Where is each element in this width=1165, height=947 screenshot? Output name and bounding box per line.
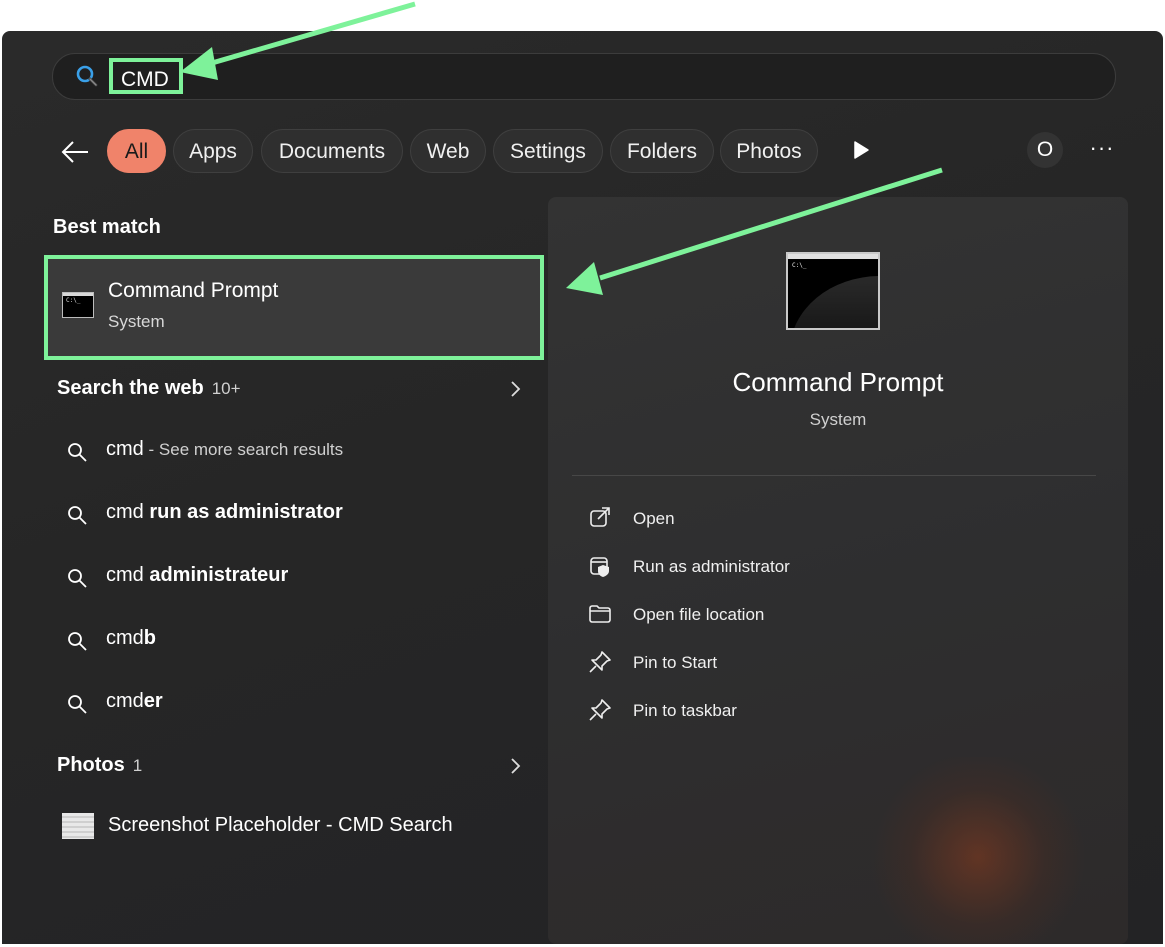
search-bar[interactable]: CMD bbox=[52, 53, 1116, 100]
web-result-2[interactable]: cmd run as administrator bbox=[66, 499, 526, 529]
web-result-1[interactable]: cmd - See more search results bbox=[66, 436, 526, 466]
photo-result-name: Screenshot Placeholder - CMD Search bbox=[108, 814, 453, 836]
action-label: Open file location bbox=[633, 605, 765, 624]
search-icon bbox=[68, 632, 87, 651]
chip-photos[interactable]: Photos bbox=[720, 129, 818, 173]
web-result-5[interactable]: cmder bbox=[66, 688, 526, 718]
action-label: Open bbox=[633, 509, 675, 528]
chip-folders[interactable]: Folders bbox=[610, 129, 714, 173]
web-result-suggestion: b bbox=[143, 627, 157, 649]
best-match-item[interactable]: Command Prompt System bbox=[44, 255, 544, 360]
more-filters-play-icon[interactable] bbox=[850, 139, 872, 161]
search-web-title: Search the web bbox=[57, 377, 204, 399]
web-result-query: cmd bbox=[106, 690, 144, 712]
web-result-suggestion: administrateur bbox=[149, 564, 289, 586]
best-match-category: System bbox=[108, 312, 165, 331]
action-run-as-admin[interactable]: Run as administrator bbox=[588, 552, 888, 582]
web-result-hint: - See more search results bbox=[143, 440, 344, 459]
pin-icon bbox=[589, 699, 611, 721]
filter-bar: All Apps Documents Web Settings Folders … bbox=[2, 129, 1163, 174]
chip-documents[interactable]: Documents bbox=[261, 129, 403, 173]
action-label: Pin to taskbar bbox=[633, 701, 737, 720]
action-label: Pin to Start bbox=[633, 653, 718, 672]
web-result-3[interactable]: cmd administrateur bbox=[66, 562, 526, 592]
shield-admin-icon bbox=[590, 557, 609, 577]
search-icon bbox=[68, 506, 87, 525]
chevron-right-icon[interactable] bbox=[508, 756, 524, 776]
command-prompt-icon bbox=[62, 292, 94, 318]
photos-title: Photos bbox=[57, 754, 125, 776]
web-result-suggestion: er bbox=[143, 690, 163, 712]
chevron-right-icon[interactable] bbox=[508, 379, 524, 399]
back-arrow-icon[interactable] bbox=[58, 135, 92, 169]
web-result-suggestion: run as administrator bbox=[149, 501, 343, 523]
best-match-heading: Best match bbox=[53, 216, 161, 238]
search-icon bbox=[76, 65, 98, 87]
search-web-count: 10+ bbox=[211, 379, 241, 398]
search-web-heading[interactable]: Search the web 10+ bbox=[57, 377, 241, 400]
folder-icon bbox=[589, 605, 611, 623]
more-options-icon[interactable]: ··· bbox=[1087, 135, 1117, 165]
action-label: Run as administrator bbox=[633, 557, 790, 576]
action-open-file-location[interactable]: Open file location bbox=[588, 600, 888, 630]
web-result-query: cmd bbox=[106, 627, 144, 649]
detail-app-name: Command Prompt bbox=[732, 367, 944, 397]
open-external-icon bbox=[590, 507, 610, 527]
chip-apps[interactable]: Apps bbox=[173, 129, 253, 173]
web-result-query: cmd bbox=[106, 564, 150, 586]
photos-heading[interactable]: Photos 1 bbox=[57, 754, 142, 777]
photo-result[interactable]: Screenshot Placeholder - CMD Search bbox=[62, 811, 532, 845]
web-result-query: cmd bbox=[106, 438, 144, 460]
chip-web[interactable]: Web bbox=[410, 129, 486, 173]
divider bbox=[572, 475, 1096, 476]
photo-thumbnail bbox=[62, 813, 94, 839]
chip-settings[interactable]: Settings bbox=[493, 129, 603, 173]
profile-button[interactable]: O bbox=[1027, 132, 1063, 168]
search-icon bbox=[68, 569, 87, 588]
action-pin-to-start[interactable]: Pin to Start bbox=[588, 648, 888, 678]
icon-prompt-text: C:\_ bbox=[792, 262, 807, 269]
search-icon bbox=[68, 695, 87, 714]
action-open[interactable]: Open bbox=[588, 504, 888, 534]
detail-panel: C:\_ Command Prompt System Open Run as a… bbox=[548, 197, 1128, 944]
best-match-name: Command Prompt bbox=[108, 279, 279, 302]
web-result-4[interactable]: cmdb bbox=[66, 625, 526, 655]
start-search-panel: CMD All Apps Documents Web Settings Fold… bbox=[2, 31, 1163, 944]
search-input[interactable]: CMD bbox=[109, 58, 183, 94]
background-glow bbox=[868, 757, 1088, 944]
photos-count: 1 bbox=[132, 756, 143, 775]
command-prompt-large-icon: C:\_ bbox=[786, 252, 880, 330]
action-pin-to-taskbar[interactable]: Pin to taskbar bbox=[588, 696, 888, 726]
search-icon bbox=[68, 443, 87, 462]
chip-all[interactable]: All bbox=[107, 129, 166, 173]
web-result-query: cmd bbox=[106, 501, 150, 523]
pin-icon bbox=[589, 651, 611, 673]
detail-app-category: System bbox=[809, 410, 867, 429]
